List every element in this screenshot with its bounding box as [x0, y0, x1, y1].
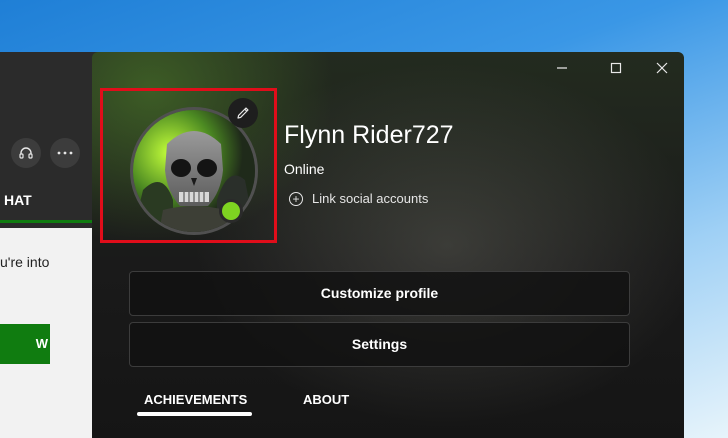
settings-button[interactable]: Settings	[129, 322, 630, 367]
tab-achievements[interactable]: ACHIEVEMENTS	[144, 392, 247, 407]
pencil-icon	[237, 107, 249, 119]
background-panel-text: u're into	[0, 254, 50, 270]
online-status-dot	[219, 199, 243, 223]
customize-profile-button[interactable]: Customize profile	[129, 271, 630, 316]
background-action-button[interactable]: W	[0, 324, 50, 364]
plus-icon: +	[289, 191, 303, 206]
minimize-button[interactable]	[542, 56, 582, 80]
gamertag: Flynn Rider727	[284, 121, 454, 149]
profile-window: Flynn Rider727 Online + Link social acco…	[92, 52, 684, 438]
link-social-label: Link social accounts	[312, 191, 429, 206]
more-icon[interactable]	[50, 138, 80, 168]
background-panel: u're into W	[0, 228, 92, 438]
chat-tab[interactable]: HAT	[0, 180, 92, 223]
tab-selected-indicator	[137, 412, 252, 416]
headset-icon[interactable]	[11, 138, 41, 168]
tab-about[interactable]: ABOUT	[303, 392, 349, 407]
maximize-button[interactable]	[596, 56, 636, 80]
edit-avatar-button[interactable]	[228, 98, 258, 128]
close-button[interactable]	[642, 56, 682, 80]
close-icon	[656, 62, 668, 74]
link-social-accounts-link[interactable]: + Link social accounts	[289, 191, 428, 206]
minimize-icon	[557, 67, 567, 69]
maximize-icon	[610, 62, 622, 74]
presence-status: Online	[284, 161, 325, 177]
